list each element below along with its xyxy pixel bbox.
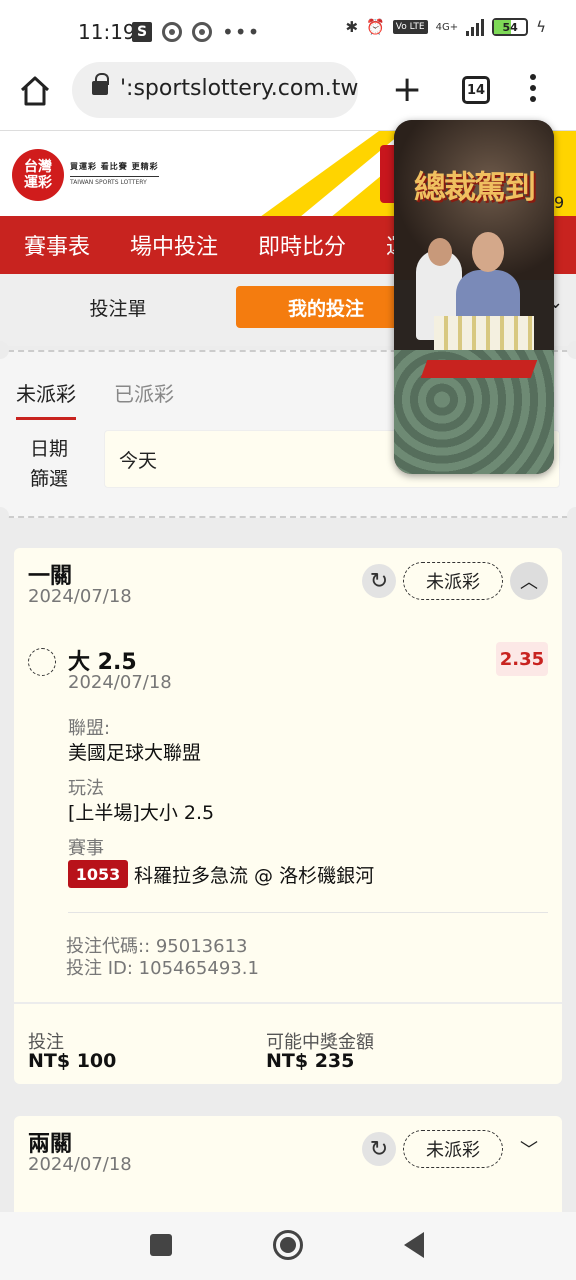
chrome-icon xyxy=(162,22,182,42)
ticket-notch xyxy=(0,507,9,525)
charging-icon: ϟ xyxy=(536,18,546,36)
chevron-down-icon[interactable]: ﹀ xyxy=(510,1130,548,1168)
system-icons: ✱ ⏰ Vo LTE 4G+ 54 ϟ xyxy=(346,18,546,36)
tab-my-bets[interactable]: 我的投注 xyxy=(236,286,416,328)
odds-badge: 2.35 xyxy=(496,642,548,676)
payout-value: NT$ 235 xyxy=(266,1050,355,1072)
logo-line-1: 台灣 xyxy=(24,159,52,175)
clock: 11:19 xyxy=(78,20,136,44)
market-value: [上半場]大小 2.5 xyxy=(68,802,215,824)
new-tab-button[interactable]: + xyxy=(392,72,422,108)
site-logo[interactable]: 台灣 運彩 xyxy=(12,149,64,201)
chrome-icon-2 xyxy=(192,22,212,42)
status-badge: 未派彩 xyxy=(403,562,503,600)
more-notifications-icon: ••• xyxy=(222,20,261,44)
network-type: 4G+ xyxy=(435,21,459,33)
browser-menu-icon[interactable] xyxy=(530,74,536,102)
bet-date: 2024/07/18 xyxy=(28,1154,132,1175)
league-label: 聯盟: xyxy=(68,718,111,739)
lock-icon[interactable] xyxy=(92,73,109,95)
url-text[interactable]: ':sportslottery.com.tw xyxy=(120,76,358,101)
bet-id: 投注 ID: 105465493.1 xyxy=(66,958,259,979)
refresh-icon[interactable]: ↻ xyxy=(362,564,396,598)
address-bar[interactable]: ':sportslottery.com.tw xyxy=(72,62,358,118)
dashed-divider-bottom xyxy=(8,516,568,518)
match-name[interactable]: 科羅拉多急流 @ 洛杉磯銀河 xyxy=(134,861,374,888)
market-label: 玩法 xyxy=(68,778,104,799)
bluetooth-icon: ✱ xyxy=(345,18,359,36)
home-icon[interactable] xyxy=(18,74,52,108)
date-filter-label: 日期 篩選 xyxy=(30,434,68,494)
stake-value: NT$ 100 xyxy=(28,1050,117,1072)
signal-icon xyxy=(466,18,485,36)
back-icon[interactable] xyxy=(404,1232,424,1258)
event-label: 賽事 xyxy=(68,838,104,859)
chevron-up-icon[interactable]: ︿ xyxy=(510,562,548,600)
bet-date: 2024/07/18 xyxy=(28,586,132,607)
video-red-envelopes xyxy=(420,360,538,378)
home-circle-icon[interactable] xyxy=(273,1230,303,1260)
recents-icon[interactable] xyxy=(150,1234,172,1256)
nav-item-schedule[interactable]: 賽事表 xyxy=(24,229,90,261)
battery-icon: 54 xyxy=(492,18,529,36)
video-title-text: 總裁駕到 xyxy=(413,168,536,206)
league-value: 美國足球大聯盟 xyxy=(68,742,202,764)
ticket-notch xyxy=(567,341,576,359)
nav-item-live-betting[interactable]: 場中投注 xyxy=(130,229,218,261)
video-person-right-head xyxy=(472,232,504,272)
s-app-icon: S xyxy=(132,22,152,42)
logo-english: TAIWAN SPORTS LOTTERY xyxy=(70,176,159,186)
alarm-icon: ⏰ xyxy=(366,18,385,36)
battery-level: 54 xyxy=(502,20,518,34)
tab-unsettled[interactable]: 未派彩 xyxy=(16,378,76,420)
bet-card: 兩關 2024/07/18 ↻ 未派彩 ﹀ xyxy=(14,1116,562,1226)
system-nav-bar xyxy=(0,1212,576,1280)
logo-tagline: 買運彩 看比賽 更精彩 xyxy=(70,162,159,171)
logo-line-2: 運彩 xyxy=(24,175,52,191)
match-number-badge: 1053 xyxy=(68,860,128,888)
divider xyxy=(68,912,548,913)
bet-card: 一關 2024/07/18 ↻ 未派彩 ︿ 大 2.5 2024/07/18 2… xyxy=(14,548,562,1084)
selection-radio[interactable] xyxy=(28,648,56,676)
refresh-icon[interactable]: ↻ xyxy=(362,1132,396,1166)
divider xyxy=(14,1002,562,1004)
date-label-line-1: 日期 xyxy=(30,438,69,460)
header-corner-text: 9 xyxy=(554,193,565,212)
status-bar: 11:19 S ••• ✱ ⏰ Vo LTE 4G+ 54 ϟ xyxy=(0,0,576,62)
logo-text: 買運彩 看比賽 更精彩 TAIWAN SPORTS LOTTERY xyxy=(70,161,159,186)
video-person-left-head xyxy=(428,238,452,266)
status-badge: 未派彩 xyxy=(403,1130,503,1168)
tab-settled[interactable]: 已派彩 xyxy=(114,378,174,407)
ticket-notch xyxy=(567,507,576,525)
volte-icon: Vo LTE xyxy=(392,20,428,34)
date-label-line-2: 篩選 xyxy=(30,468,69,490)
tab-switcher-button[interactable]: 14 xyxy=(462,76,490,104)
nav-item-live-scores[interactable]: 即時比分 xyxy=(258,229,346,261)
floating-video-player[interactable]: 總裁駕到 xyxy=(394,120,554,474)
selection-date: 2024/07/18 xyxy=(68,672,172,693)
notification-icons: S ••• xyxy=(132,20,260,44)
tab-betslip[interactable]: 投注單 xyxy=(0,294,236,321)
